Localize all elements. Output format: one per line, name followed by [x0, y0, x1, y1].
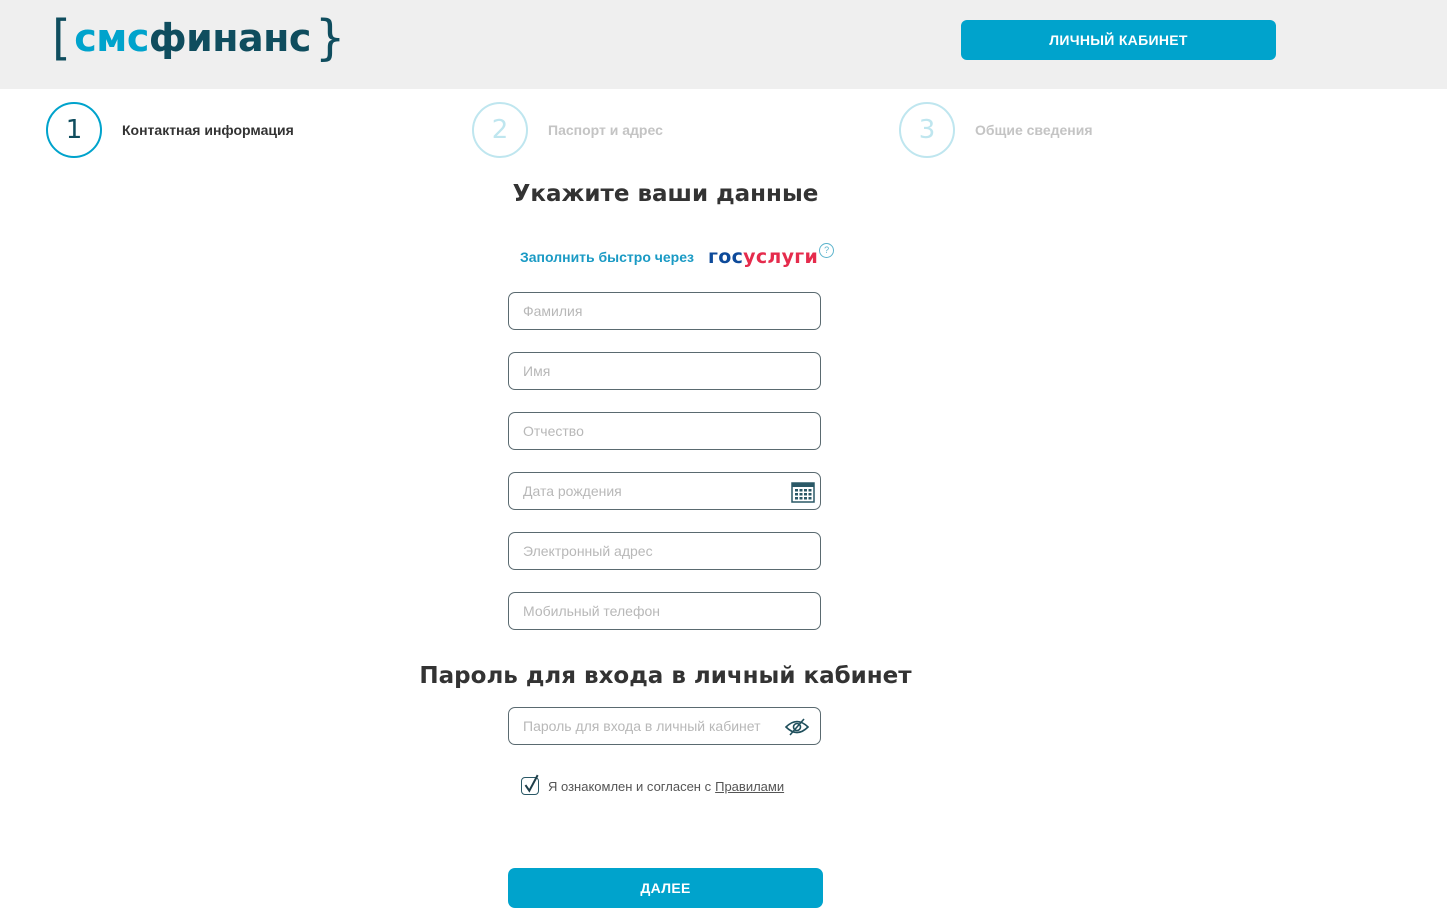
rules-link[interactable]: Правилами	[715, 779, 784, 794]
first-name-input[interactable]	[523, 353, 783, 389]
middle-name-input[interactable]	[523, 413, 783, 449]
next-button[interactable]: ДАЛЕЕ	[508, 868, 823, 908]
logo-bracket-close: }	[314, 10, 346, 66]
phone-input[interactable]	[523, 593, 783, 629]
birth-date-input[interactable]	[523, 473, 783, 509]
gosuslugi-logo-part1: гос	[707, 246, 744, 268]
header: [ смс финанс } ЛИЧНЫЙ КАБИНЕТ	[0, 0, 1447, 89]
step-1-number: 1	[46, 102, 102, 158]
step-2-label: Паспорт и адрес	[548, 122, 663, 138]
step-2-number: 2	[472, 102, 528, 158]
email-input[interactable]	[523, 533, 783, 569]
first-name-field	[508, 352, 821, 390]
logo-text-finans: финанс	[148, 16, 312, 60]
gosuslugi-logo[interactable]: госуслуги	[708, 246, 818, 268]
step-1-label: Контактная информация	[122, 122, 294, 138]
gosuslugi-logo-part2: услуги	[743, 246, 819, 268]
step-3-label: Общие сведения	[975, 122, 1093, 138]
middle-name-field	[508, 412, 821, 450]
password-title: Пароль для входа в личный кабинет	[419, 663, 912, 689]
personal-cabinet-button[interactable]: ЛИЧНЫЙ КАБИНЕТ	[961, 20, 1276, 60]
step-1: 1 Контактная информация	[46, 102, 294, 158]
phone-field	[508, 592, 821, 630]
password-input[interactable]	[523, 708, 783, 744]
step-3: 3 Общие сведения	[899, 102, 1093, 158]
last-name-input[interactable]	[523, 293, 783, 329]
birth-date-field	[508, 472, 821, 510]
gosuslugi-row: Заполнить быстро через госуслуги ?	[520, 242, 835, 272]
logo[interactable]: [ смс финанс }	[52, 12, 345, 64]
step-3-number: 3	[899, 102, 955, 158]
logo-bracket-open: [	[52, 10, 71, 66]
step-2: 2 Паспорт и адрес	[472, 102, 663, 158]
question-circle-icon[interactable]: ?	[819, 242, 835, 258]
agreement-checkbox[interactable]	[521, 774, 539, 795]
password-field	[508, 707, 821, 745]
logo-text-sms: смс	[74, 16, 149, 60]
calendar-icon[interactable]	[791, 481, 815, 503]
gosuslugi-fill-link[interactable]: Заполнить быстро через	[520, 249, 694, 265]
checkmark-icon	[524, 774, 539, 793]
last-name-field	[508, 292, 821, 330]
form-title: Укажите ваши данные	[512, 181, 819, 207]
agreement-row: Я ознакомлен и согласен с Правилами	[521, 774, 784, 795]
email-field	[508, 532, 821, 570]
eye-crossed-icon[interactable]	[784, 717, 810, 737]
agreement-text: Я ознакомлен и согласен с	[548, 778, 712, 794]
